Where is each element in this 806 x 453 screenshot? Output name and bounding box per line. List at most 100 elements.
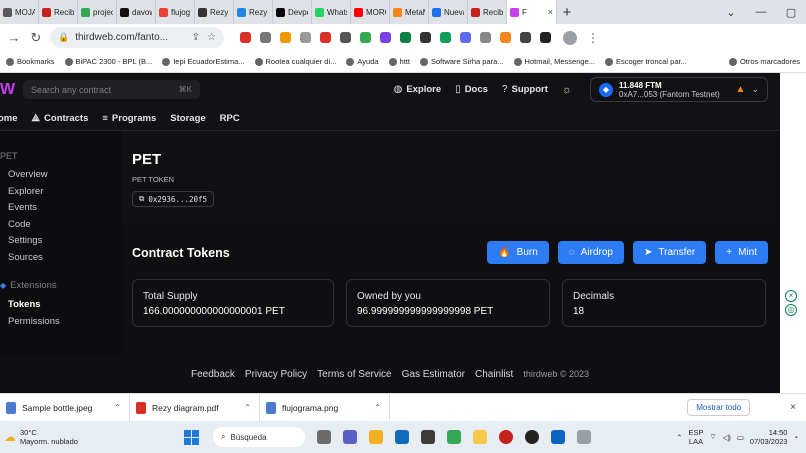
taskbar-search[interactable]: ⌕ Búsqueda: [213, 427, 305, 447]
battery-icon[interactable]: ▭: [737, 433, 744, 442]
chevron-up-icon[interactable]: ⌃: [114, 403, 121, 412]
browser-tab[interactable]: Nueva: [429, 0, 468, 24]
browser-tab[interactable]: MOJA: [0, 0, 39, 24]
browser-tab[interactable]: project: [78, 0, 117, 24]
extension-icon[interactable]: [360, 32, 371, 43]
footer-link-privacy[interactable]: Privacy Policy: [245, 369, 307, 380]
sidebar-item-permissions[interactable]: Permissions: [0, 316, 122, 333]
browser-tab[interactable]: Rezy: [195, 0, 234, 24]
browser-tab[interactable]: Devpo: [273, 0, 312, 24]
browser-tab[interactable]: flujog: [156, 0, 195, 24]
omnibox[interactable]: 🔒 thirdweb.com/fanto... ⇪ ☆: [50, 27, 224, 48]
extension-icon[interactable]: [400, 32, 411, 43]
show-all-downloads-button[interactable]: Mostrar todo: [687, 399, 751, 416]
star-icon[interactable]: ☆: [207, 32, 216, 43]
bookmark-item[interactable]: Escoger troncal par...: [604, 57, 687, 66]
header-nav-explore[interactable]: ◍ Explore: [394, 84, 442, 95]
bookmark-item[interactable]: Software Sirha para...: [419, 57, 504, 66]
chrome-icon[interactable]: [447, 430, 461, 444]
volume-icon[interactable]: ◁): [723, 433, 731, 442]
airdrop-button[interactable]: ◌ Airdrop: [557, 241, 624, 264]
browser-tab[interactable]: MORO: [351, 0, 390, 24]
vscode-icon[interactable]: [551, 430, 565, 444]
extension-icon[interactable]: [380, 32, 391, 43]
extension-icon[interactable]: [280, 32, 291, 43]
app-icon[interactable]: [577, 430, 591, 444]
chevron-down-icon[interactable]: ⌄: [716, 6, 746, 19]
bookmark-item[interactable]: httt: [388, 57, 410, 66]
browser-tab[interactable]: Rezy W: [234, 0, 273, 24]
bookmark-item[interactable]: Rootea cualquier di...: [254, 57, 336, 66]
subnav-contracts[interactable]: ⟁ Contracts: [32, 113, 89, 124]
bookmark-item[interactable]: Otros marcadores: [728, 57, 806, 66]
weather-widget[interactable]: ☁ 30°C Mayorm. nublado: [0, 428, 170, 446]
burn-button[interactable]: 🔥 Burn: [487, 241, 549, 264]
mint-button[interactable]: + Mint: [715, 241, 768, 264]
file-explorer-icon[interactable]: [317, 430, 331, 444]
browser-tab[interactable]: davow: [117, 0, 156, 24]
profile-avatar[interactable]: [563, 30, 577, 45]
download-item[interactable]: Sample bottle.jpeg ⌃: [0, 393, 130, 422]
footer-link-chainlist[interactable]: Chainlist: [475, 369, 513, 380]
store-icon[interactable]: [421, 430, 435, 444]
extension-icon[interactable]: [320, 32, 331, 43]
forward-icon[interactable]: →: [6, 30, 22, 45]
extension-icon[interactable]: [260, 32, 271, 43]
subnav-rpc[interactable]: RPC: [220, 113, 240, 124]
sidebar-item-code[interactable]: Code: [0, 219, 122, 236]
extension-icon[interactable]: [440, 32, 451, 43]
close-icon[interactable]: ×: [785, 290, 797, 302]
sidepanel-icon[interactable]: [540, 32, 551, 43]
footer-link-feedback[interactable]: Feedback: [191, 369, 235, 380]
folder-icon[interactable]: [369, 430, 383, 444]
footer-link-gas-estimator[interactable]: Gas Estimator: [402, 369, 465, 380]
sticky-notes-icon[interactable]: [473, 430, 487, 444]
browser-tab[interactable]: Recibi: [468, 0, 507, 24]
sidebar-item-tokens[interactable]: Tokens: [0, 299, 122, 316]
extension-icon[interactable]: [460, 32, 471, 43]
app-t-icon[interactable]: [499, 430, 513, 444]
download-item[interactable]: flujograma.png ⌃: [260, 393, 390, 422]
extension-sidebar-icon[interactable]: ◎: [785, 304, 797, 316]
close-icon[interactable]: ×: [790, 402, 796, 413]
close-icon[interactable]: ×: [548, 7, 553, 17]
minimize-icon[interactable]: —: [746, 6, 776, 19]
theme-toggle-icon[interactable]: ☼: [562, 84, 572, 96]
subnav-storage[interactable]: Storage: [170, 113, 205, 124]
maximize-icon[interactable]: ▢: [776, 6, 806, 19]
browser-tab[interactable]: Recibi: [39, 0, 78, 24]
extension-icon[interactable]: [420, 32, 431, 43]
notifications-icon[interactable]: ◔: [793, 433, 798, 442]
contract-address-copy[interactable]: ⧉ 0x2936...20f5: [132, 191, 215, 207]
sidebar-item-events[interactable]: Events: [0, 202, 122, 219]
puzzle-icon[interactable]: [520, 32, 531, 43]
clock[interactable]: 14:50 07/03/2023: [750, 428, 788, 446]
media-player-icon[interactable]: [525, 430, 539, 444]
menu-icon[interactable]: ⋮: [587, 31, 599, 45]
extension-icon[interactable]: [340, 32, 351, 43]
metamask-icon[interactable]: [500, 32, 511, 43]
browser-tab[interactable]: F ×: [507, 0, 557, 24]
extension-icon[interactable]: [300, 32, 311, 43]
sidebar-item-explorer[interactable]: Explorer: [0, 186, 122, 203]
chevron-up-icon[interactable]: ⌃: [374, 403, 381, 412]
subnav-home[interactable]: ome: [0, 113, 18, 124]
header-nav-support[interactable]: ? Support: [502, 84, 548, 95]
transfer-button[interactable]: ➤ Transfer: [632, 241, 707, 264]
header-nav-docs[interactable]: ▯ Docs: [455, 84, 488, 95]
footer-link-terms[interactable]: Terms of Service: [317, 369, 391, 380]
teams-icon[interactable]: [343, 430, 357, 444]
windows-start-icon[interactable]: [184, 429, 199, 445]
download-item[interactable]: Rezy diagram.pdf ⌃: [130, 393, 260, 422]
bookmark-item[interactable]: Hotmail, Messenge...: [513, 57, 595, 66]
sidebar-item-settings[interactable]: Settings: [0, 235, 122, 252]
chevron-up-icon[interactable]: ⌃: [244, 403, 251, 412]
subnav-programs[interactable]: ≡ Programs: [102, 113, 156, 124]
extension-icon[interactable]: [480, 32, 491, 43]
share-icon[interactable]: ⇪: [192, 32, 200, 43]
thirdweb-logo-icon[interactable]: W: [0, 81, 20, 99]
bookmark-item[interactable]: Bookmarks: [6, 57, 55, 66]
wallet-button[interactable]: ◆ 11.848 FTM 0xA7...053 (Fantom Testnet)…: [590, 77, 768, 102]
wifi-icon[interactable]: ⌔: [710, 432, 717, 442]
new-tab-button[interactable]: +: [557, 4, 577, 21]
